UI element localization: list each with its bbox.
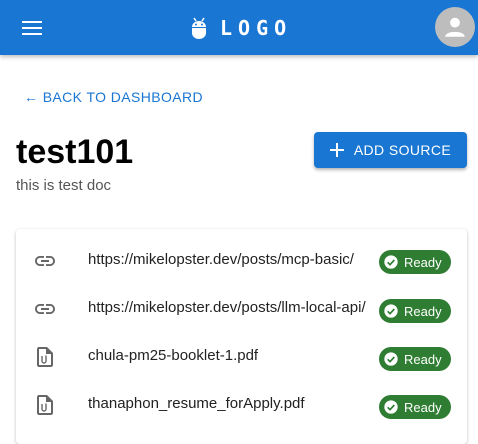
attachment-file-icon	[37, 347, 53, 367]
back-to-dashboard-link[interactable]: ← BACK TO DASHBOARD	[24, 89, 203, 105]
status-label: Ready	[404, 303, 442, 319]
status-label: Ready	[404, 351, 442, 367]
status-badge: Ready	[379, 250, 451, 274]
status-badge: Ready	[379, 299, 451, 323]
link-icon	[35, 304, 55, 314]
avatar[interactable]	[435, 7, 475, 47]
source-name: chula-pm25-booklet-1.pdf	[88, 347, 259, 364]
person-icon	[445, 17, 465, 37]
page-title: test101	[16, 133, 134, 171]
check-circle-icon	[384, 352, 398, 366]
source-row[interactable]: chula-pm25-booklet-1.pdf Ready	[16, 333, 467, 381]
source-row[interactable]: https://mikelopster.dev/posts/mcp-basic/…	[16, 237, 467, 285]
page-description: this is test doc	[16, 177, 112, 194]
link-icon	[35, 256, 55, 266]
status-label: Ready	[404, 254, 442, 270]
app-bar: LOGO	[0, 0, 478, 55]
plus-icon	[329, 143, 344, 157]
attachment-file-icon	[37, 395, 53, 415]
source-row[interactable]: https://mikelopster.dev/posts/llm-local-…	[16, 285, 467, 333]
logo[interactable]: LOGO	[190, 14, 292, 42]
sources-list: https://mikelopster.dev/posts/mcp-basic/…	[16, 229, 467, 444]
logo-text: LOGO	[220, 16, 293, 40]
hamburger-menu-icon	[22, 21, 42, 35]
check-circle-icon	[384, 400, 398, 414]
source-name: thanaphon_resume_forApply.pdf	[88, 395, 305, 412]
menu-button[interactable]	[18, 15, 46, 41]
check-circle-icon	[384, 304, 398, 318]
source-name: https://mikelopster.dev/posts/mcp-basic/	[88, 251, 354, 268]
status-badge: Ready	[379, 347, 451, 371]
source-name: https://mikelopster.dev/posts/llm-local-…	[88, 299, 366, 316]
add-source-label: ADD SOURCE	[353, 142, 452, 158]
add-source-button[interactable]: ADD SOURCE	[314, 132, 467, 168]
status-badge: Ready	[379, 395, 451, 419]
source-row[interactable]: thanaphon_resume_forApply.pdf Ready	[16, 381, 467, 429]
check-circle-icon	[384, 255, 398, 269]
android-icon	[192, 17, 206, 39]
status-label: Ready	[404, 399, 442, 415]
